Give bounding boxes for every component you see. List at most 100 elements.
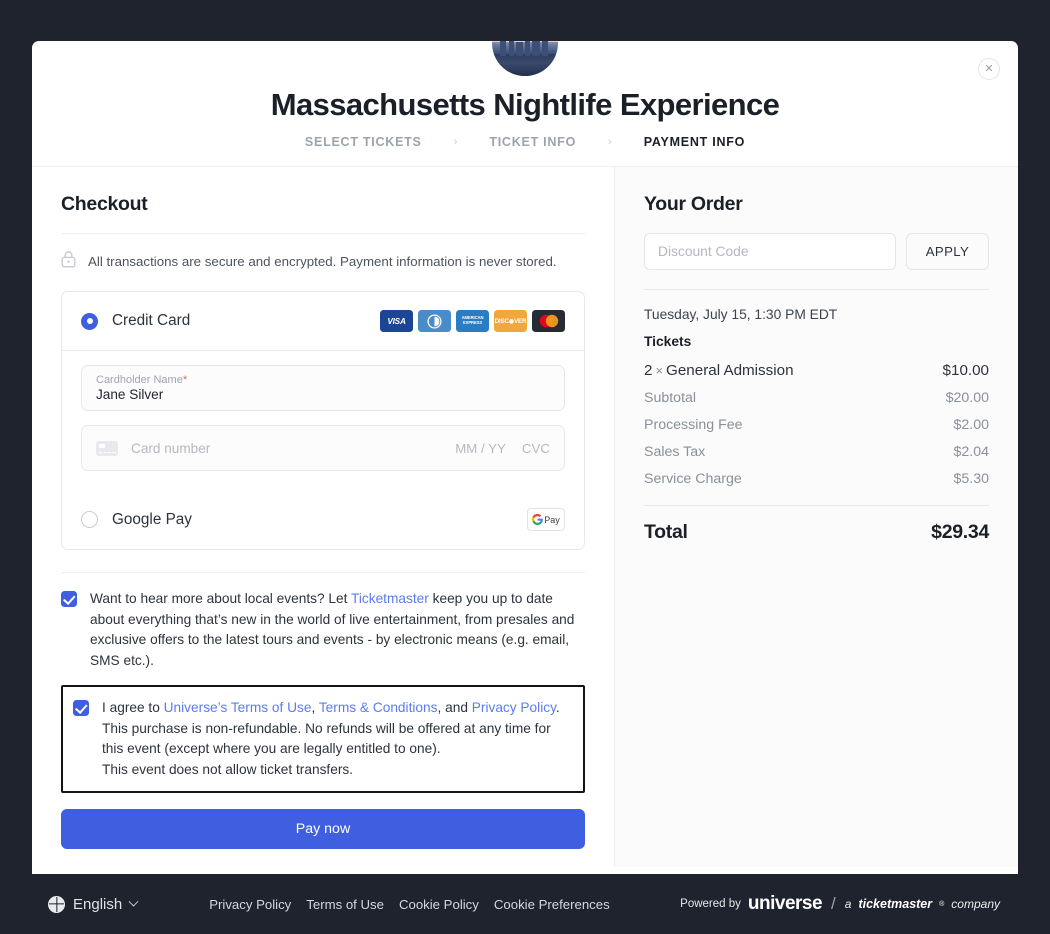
fee-row-sales-tax: Sales Tax $2.04 — [644, 444, 989, 460]
marketing-consent-text: Want to hear more about local events? Le… — [90, 589, 585, 671]
link-ticketmaster[interactable]: Ticketmaster — [351, 591, 429, 606]
checkbox-terms-consent[interactable] — [73, 700, 89, 716]
order-total-row: Total $29.34 — [644, 521, 989, 544]
fee-label: Subtotal — [644, 390, 697, 406]
registered-mark: ® — [939, 900, 945, 908]
checkout-columns: Checkout All transactions are secure and… — [32, 167, 1018, 867]
cardholder-name-field[interactable]: Cardholder Name* Jane Silver — [81, 365, 565, 411]
footer-link-privacy-policy[interactable]: Privacy Policy — [209, 897, 291, 912]
fee-lines: Subtotal $20.00 Processing Fee $2.00 Sal… — [644, 390, 989, 487]
terms-consent[interactable]: I agree to Universe’s Terms of Use, Term… — [73, 698, 571, 780]
terms-sep2: , and — [437, 700, 472, 715]
diners-club-icon — [418, 310, 451, 332]
event-datetime: Tuesday, July 15, 1:30 PM EDT — [644, 307, 838, 322]
secure-notice: All transactions are secure and encrypte… — [61, 234, 585, 291]
universe-logo: universe — [747, 893, 823, 914]
discover-icon: DISC◉VER — [494, 310, 527, 332]
payment-method-label: Google Pay — [112, 510, 192, 528]
fee-row-processing-fee: Processing Fee $2.00 — [644, 417, 989, 433]
step-separator-1: › — [453, 136, 458, 148]
fee-label: Processing Fee — [644, 417, 743, 433]
checkout-panel: Checkout All transactions are secure and… — [32, 167, 615, 867]
checkout-page: ✕ Massachusetts Nightlife Experience SEL… — [0, 0, 1050, 934]
american-express-icon: AMERICAN EXPRESS — [456, 310, 489, 332]
step-payment-info[interactable]: PAYMENT INFO — [644, 135, 745, 149]
ticket-price: $10.00 — [942, 362, 989, 379]
event-thumbnail-city-skyline — [492, 41, 558, 76]
total-label: Total — [644, 521, 688, 543]
link-privacy-policy[interactable]: Privacy Policy — [472, 700, 556, 715]
mastercard-icon — [532, 310, 565, 332]
step-select-tickets[interactable]: SELECT TICKETS — [305, 135, 422, 149]
radio-credit-card[interactable] — [81, 312, 98, 330]
terms-consent-text: I agree to Universe’s Terms of Use, Term… — [102, 698, 571, 780]
card-expiry-placeholder: MM / YY — [455, 440, 506, 456]
total-value: $29.34 — [931, 521, 989, 543]
cardholder-name-value: Jane Silver — [96, 387, 164, 402]
terms-sep1: , — [311, 700, 319, 715]
required-marker: * — [182, 374, 188, 386]
ticket-qty-multiplier: × — [655, 363, 664, 378]
footer-link-cookie-preferences[interactable]: Cookie Preferences — [494, 897, 610, 912]
terms-text-part3: This event does not allow ticket transfe… — [102, 761, 354, 777]
fee-value: $2.00 — [953, 417, 989, 433]
discover-text: DISC◉VER — [494, 317, 527, 325]
visa-icon: VISA — [380, 310, 413, 332]
link-universe-terms-of-use[interactable]: Universe’s Terms of Use — [164, 700, 312, 715]
ticket-line-item: 2 × General Admission $10.00 — [644, 362, 989, 379]
amex-text: AMERICAN EXPRESS — [461, 315, 484, 325]
marketing-consent[interactable]: Want to hear more about local events? Le… — [61, 589, 585, 671]
fee-value: $5.30 — [953, 471, 989, 487]
credit-card-icon — [96, 440, 118, 456]
ticket-name: General Admission — [666, 362, 794, 379]
ticketmaster-logo: ticketmaster — [858, 897, 933, 911]
divider — [644, 505, 989, 506]
pay-now-button[interactable]: Pay now — [61, 809, 585, 849]
tickets-heading: Tickets — [644, 334, 692, 349]
link-terms-and-conditions[interactable]: Terms & Conditions — [319, 700, 438, 715]
order-heading: Your Order — [644, 193, 743, 215]
fee-label: Sales Tax — [644, 444, 706, 460]
ticket-qty: 2 — [644, 362, 653, 379]
fee-row-subtotal: Subtotal $20.00 — [644, 390, 989, 406]
google-pay-text: Pay — [544, 514, 560, 525]
page-title: Massachusetts Nightlife Experience — [270, 87, 780, 122]
google-pay-icon: Pay — [527, 508, 565, 531]
language-label: English — [73, 895, 123, 913]
card-cvc-placeholder: CVC — [521, 440, 550, 456]
radio-google-pay[interactable] — [81, 511, 98, 528]
discount-code-input[interactable] — [644, 233, 896, 270]
fee-value: $20.00 — [945, 390, 989, 406]
terms-text-part1: I agree to — [102, 700, 164, 715]
consent-section: Want to hear more about local events? Le… — [61, 572, 585, 849]
payment-method-label: Credit Card — [112, 312, 191, 329]
breadcrumb: SELECT TICKETS › TICKET INFO › PAYMENT I… — [32, 135, 1018, 149]
card-number-field[interactable]: Card number MM / YY CVC — [81, 425, 565, 471]
apply-discount-button[interactable]: APPLY — [906, 233, 989, 270]
close-icon[interactable]: ✕ — [978, 58, 1000, 80]
language-selector[interactable]: English — [48, 895, 139, 913]
cardholder-name-label: Cardholder Name* — [96, 374, 188, 386]
terms-consent-box: I agree to Universe’s Terms of Use, Term… — [61, 685, 585, 793]
footer-link-terms-of-use[interactable]: Terms of Use — [306, 897, 384, 912]
order-summary-panel: Your Order APPLY Tuesday, July 15, 1:30 … — [615, 167, 1018, 867]
chevron-down-icon — [128, 896, 139, 907]
checkout-modal: ✕ Massachusetts Nightlife Experience SEL… — [32, 41, 1018, 874]
brand-divider: / — [831, 894, 836, 913]
card-number-placeholder: Card number — [131, 440, 211, 456]
visa-text: VISA — [387, 316, 406, 326]
payment-method-credit-card[interactable]: Credit Card VISA AMERICAN EXPRESS DISC◉V… — [62, 292, 584, 350]
lock-icon — [61, 250, 76, 273]
fee-label: Service Charge — [644, 471, 742, 487]
powered-by-branding: Powered by universe / a ticketmaster ® co… — [680, 893, 1000, 915]
divider — [62, 350, 584, 351]
checkbox-marketing-consent[interactable] — [61, 591, 77, 607]
divider — [61, 572, 585, 573]
page-footer: English Privacy Policy Terms of Use Cook… — [0, 874, 1050, 934]
footer-link-cookie-policy[interactable]: Cookie Policy — [399, 897, 479, 912]
tagline-article: a — [844, 897, 852, 911]
payment-method-google-pay[interactable]: Google Pay Pay — [62, 490, 584, 549]
payment-methods: Credit Card VISA AMERICAN EXPRESS DISC◉V… — [61, 291, 585, 550]
step-ticket-info[interactable]: TICKET INFO — [489, 135, 576, 149]
powered-by-label: Powered by — [680, 898, 741, 910]
